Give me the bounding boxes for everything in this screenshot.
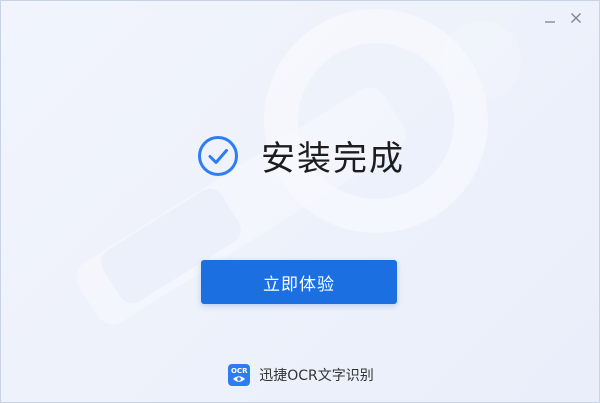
- status-title: 安装完成: [261, 139, 405, 179]
- brand-name: 迅捷OCR文字识别: [259, 368, 374, 384]
- minimize-icon: [545, 21, 555, 23]
- check-circle-icon: [198, 135, 238, 176]
- install-status: 安装完成: [1, 131, 599, 180]
- try-now-button[interactable]: 立即体验: [201, 260, 397, 304]
- minimize-button[interactable]: [543, 11, 557, 25]
- close-button[interactable]: [569, 11, 583, 25]
- window-controls: [543, 11, 583, 25]
- close-icon: [571, 13, 581, 23]
- brand-footer: OCR 迅捷OCR文字识别: [1, 364, 599, 386]
- logo-text: OCR: [230, 367, 248, 375]
- eye-icon: [233, 376, 246, 382]
- background-wrench-illustration: [76, 9, 521, 325]
- ocr-logo-icon: OCR: [228, 364, 251, 386]
- installer-window: 安装完成 立即体验 OCR 迅捷OCR文字识别: [0, 0, 600, 403]
